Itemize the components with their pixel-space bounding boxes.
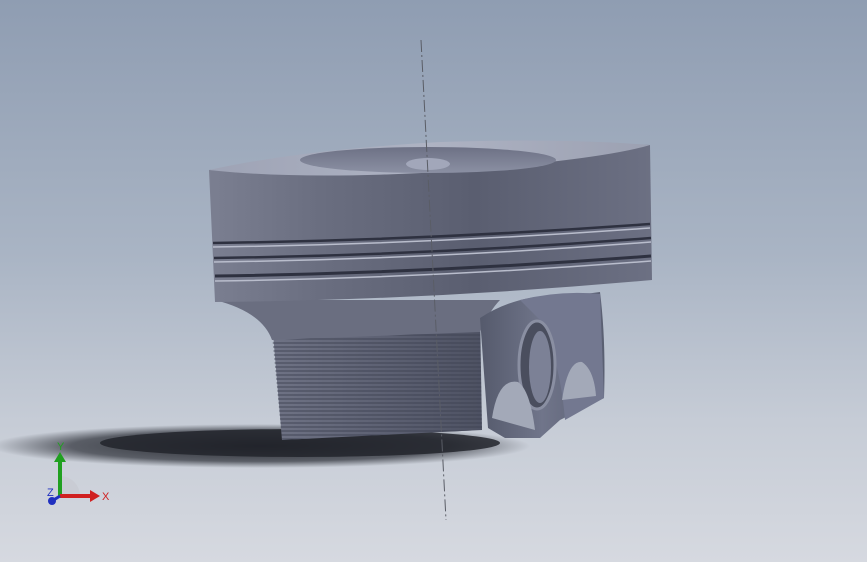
z-axis-label: Z — [47, 487, 54, 499]
model-scene[interactable] — [0, 0, 867, 562]
x-axis-label: X — [102, 491, 110, 503]
orientation-triad[interactable]: Y X Z — [40, 438, 120, 513]
skirt-threads — [272, 328, 482, 440]
pin-bore-inner — [529, 331, 551, 403]
y-arrowhead-icon — [54, 452, 66, 462]
y-axis-label: Y — [57, 441, 65, 453]
graphics-viewport[interactable]: Y X Z — [0, 0, 867, 562]
triad-plane-icon — [60, 476, 80, 496]
x-arrowhead-icon — [90, 490, 100, 502]
